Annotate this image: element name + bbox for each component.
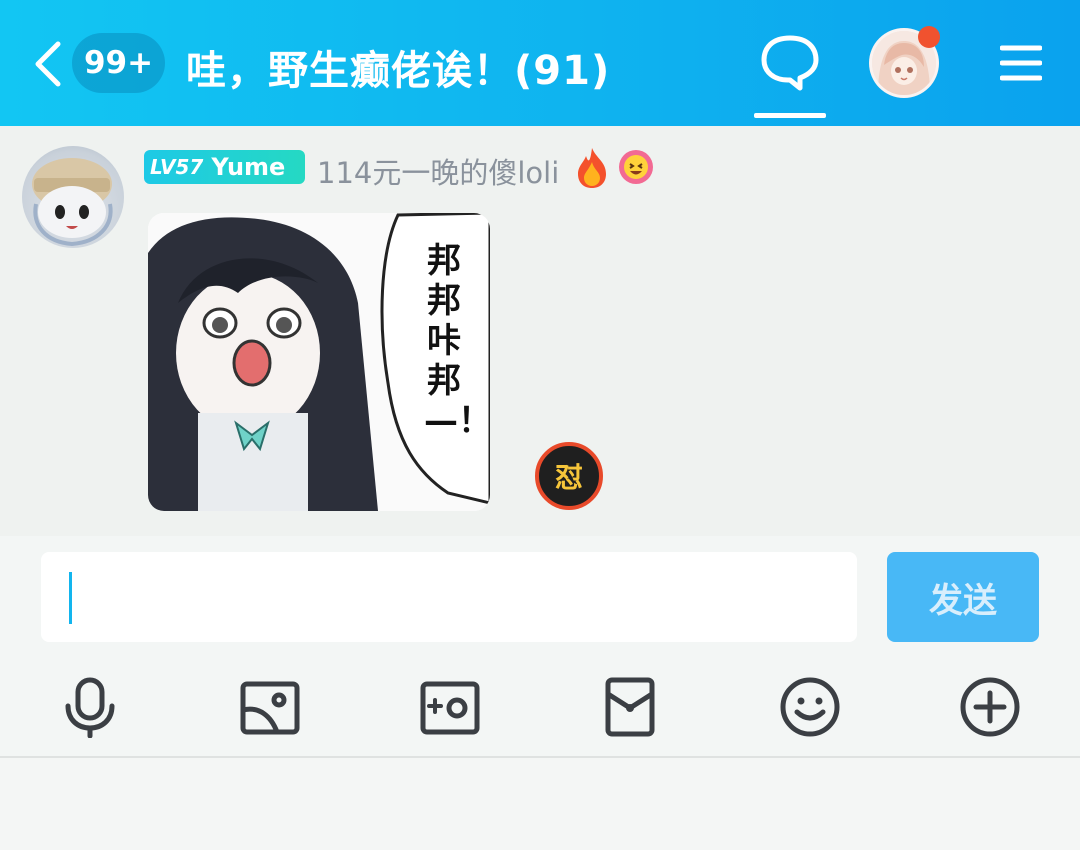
message-input[interactable] [41,552,857,642]
unread-count-badge[interactable]: 99+ [72,33,165,93]
flame-icon [578,148,606,188]
composer: 发送 [0,536,1080,758]
sticker-caption: 邦邦咔邦—！ [424,241,490,441]
camera-icon[interactable] [419,676,481,738]
member-level-badge: LV57 Yume [144,150,305,184]
text-caret [69,572,72,624]
group-title: 哇，野生癫佬诶！(91) [186,48,611,94]
sender-nickname[interactable]: 114元一晚的傻loli [317,150,559,192]
tab-chat[interactable] [754,32,826,122]
chat-header: 99+ 哇，野生癫佬诶！(91) [0,0,1080,126]
menu-button[interactable] [999,44,1043,82]
sticker-message[interactable]: 邦邦咔邦—！ [148,213,490,511]
back-button[interactable] [30,40,70,88]
sender-avatar[interactable] [22,146,124,248]
microphone-icon[interactable] [59,676,121,738]
back-arrow-icon [35,41,61,87]
plus-icon[interactable] [959,676,1021,738]
emoji-icon[interactable] [779,676,841,738]
level-text: LV57 [150,155,204,179]
image-icon[interactable] [239,676,301,738]
level-name: Yume [211,153,286,181]
grinning-face-icon [619,150,653,184]
message-list[interactable]: LV57 Yume 114元一晚的傻loli 邦邦咔邦—！ 怼 [0,126,1080,536]
reaction-badge[interactable]: 怼 [535,442,603,510]
red-packet-icon[interactable] [599,676,661,738]
notification-dot [918,26,940,48]
keyboard-placeholder [0,760,1080,850]
chat-bubble-icon [761,35,819,91]
sender-avatar-image [32,158,113,247]
active-tab-indicator [754,113,826,118]
send-button[interactable]: 发送 [887,552,1039,642]
menu-icon [999,45,1043,81]
